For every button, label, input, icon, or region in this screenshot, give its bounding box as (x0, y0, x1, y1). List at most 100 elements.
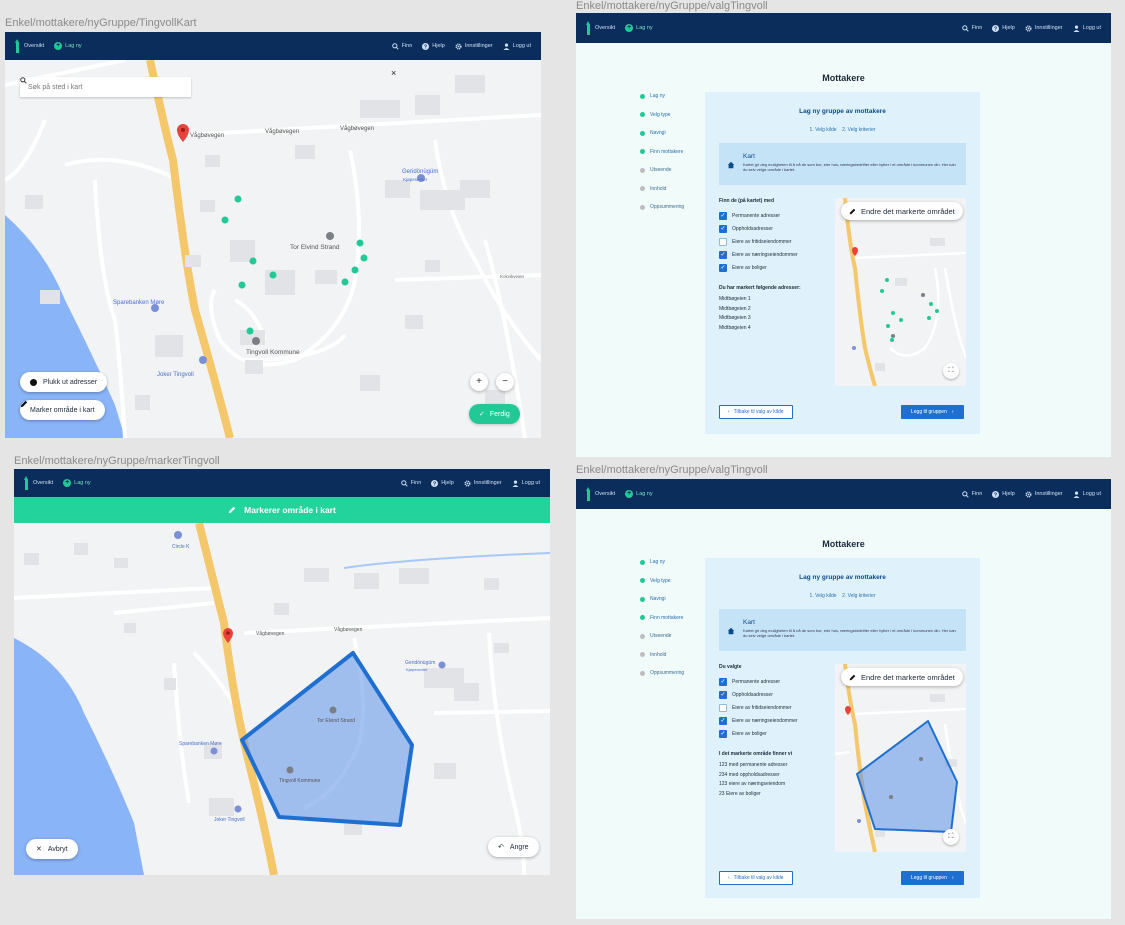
gear-icon (1025, 490, 1032, 498)
nav-find[interactable]: Finn (391, 42, 412, 50)
back-button[interactable]: ‹ Tilbake til valg av kilde (719, 871, 793, 885)
step-6[interactable]: Innhold (640, 646, 684, 665)
mini-map-canvas (835, 664, 966, 852)
edit-area-button[interactable]: Endre det markerte området (841, 668, 963, 686)
info-description: Kartet gir deg muligheten til å nå de so… (743, 162, 956, 173)
nav-find[interactable]: Finn (400, 479, 421, 487)
mini-map[interactable]: Endre det markerte området ⛶ (835, 198, 966, 386)
close-icon[interactable]: × (391, 68, 396, 78)
option-permanent[interactable]: ✓ Permanente adresser (719, 209, 798, 222)
nav-settings[interactable]: Innstillinger (1025, 24, 1063, 32)
edit-area-label: Endre det markerte området (861, 206, 955, 216)
step-4[interactable]: Finn mottakere (640, 143, 684, 162)
back-button[interactable]: ‹ Tilbake til valg av kilde (719, 405, 793, 419)
mark-area-button[interactable]: Marker område i kart (20, 400, 105, 420)
chevron-left-icon: ‹ (728, 875, 730, 881)
road-label-vagbovegen-2: Vågbøvegen (334, 626, 363, 633)
nav-settings[interactable]: Innstillinger (455, 42, 493, 50)
nav-logout[interactable]: Logg ut (503, 42, 531, 50)
step-1[interactable]: Lag ny (640, 87, 684, 106)
nav-overview[interactable]: Oversikt (24, 476, 53, 490)
frame-valg-points: Oversikt + Lag ny Finn ? Hjelp Innstilling… (576, 13, 1111, 457)
cancel-button[interactable]: ✕ Avbryt (26, 839, 78, 859)
mini-map-canvas (835, 198, 966, 386)
nav-settings[interactable]: Innstillinger (1025, 490, 1063, 498)
nav-help[interactable]: ? Hjelp (422, 42, 445, 50)
step-2[interactable]: Velg type (640, 572, 684, 591)
close-icon: ✕ (36, 846, 42, 853)
nav-new[interactable]: + Lag ny (625, 490, 653, 498)
nav-help[interactable]: ? Hjelp (431, 479, 454, 487)
add-group-button[interactable]: Legg til gruppen › (901, 871, 964, 885)
map-view[interactable]: Vågbøvegen Vågbøvegen Vågbøvegen Kokvikv… (5, 60, 541, 438)
tab-velg-kriterier[interactable]: 2. Velg kriterier (842, 593, 875, 599)
tab-velg-kriterier[interactable]: 2. Velg kriterier (842, 127, 875, 133)
nav-overview[interactable]: Oversikt (586, 21, 615, 35)
step-3[interactable]: Navngi (640, 590, 684, 609)
step-5[interactable]: Utseende (640, 161, 684, 180)
zoom-out-button[interactable]: − (496, 373, 514, 391)
svg-text:?: ? (433, 481, 437, 487)
nav-logout[interactable]: Logg ut (512, 479, 540, 487)
add-group-button[interactable]: Legg til gruppen › (901, 405, 964, 419)
option-label: Oppholdsadresser (732, 691, 773, 698)
option-permanent[interactable]: ✓ Permanente adresser (719, 675, 798, 688)
option-fritid[interactable]: Eiere av fritidseiendommer (719, 701, 798, 714)
pick-addresses-button[interactable]: Plukk ut adresser (20, 372, 108, 392)
expand-icon[interactable]: ⛶ (943, 363, 959, 379)
done-button[interactable]: ✓ Ferdig (469, 404, 520, 424)
nav-find[interactable]: Finn (961, 24, 982, 32)
tab-velg-kilde[interactable]: 1. Velg kilde (810, 593, 837, 599)
step-1[interactable]: Lag ny (640, 553, 684, 572)
option-fritid[interactable]: Eiere av fritidseiendommer (719, 235, 798, 248)
nav-settings[interactable]: Innstillinger (464, 479, 502, 487)
nav-new[interactable]: + Lag ny (54, 42, 82, 50)
search-icon (961, 24, 969, 32)
map-view[interactable]: Circle K Vågbøvegen Vågbøvegen Geridönüg… (14, 523, 550, 875)
poi-circle-k: Circle K (172, 544, 190, 550)
step-4[interactable]: Finn mottakere (640, 609, 684, 628)
map-canvas: Circle K Vågbøvegen Vågbøvegen Geridönüg… (14, 523, 550, 875)
nav-help[interactable]: ? Hjelp (992, 24, 1015, 32)
checkbox-checked-icon: ✓ (719, 729, 727, 738)
step-2[interactable]: Velg type (640, 106, 684, 125)
nav-help[interactable]: ? Hjelp (992, 490, 1015, 498)
panel-title: Lag ny gruppe av mottakere (799, 574, 886, 581)
poi-sparebanken: Sparebanken Møre (113, 300, 165, 306)
step-6[interactable]: Innhold (640, 180, 684, 199)
map-search-placeholder: Søk på sted i kart (28, 83, 83, 91)
option-naering[interactable]: ✓ Eiere av næringseiendommer (719, 714, 798, 727)
option-opphold[interactable]: ✓ Oppholdsadresser (719, 688, 798, 701)
address-item: Midtbøgeien 2 (719, 305, 751, 312)
step-7[interactable]: Oppsummering (640, 664, 684, 683)
nav-logout[interactable]: Logg ut (1073, 24, 1101, 32)
nav-find[interactable]: Finn (961, 490, 982, 498)
undo-button[interactable]: ↶ Angre (488, 837, 539, 857)
option-label: Eiere av næringseiendommer (732, 251, 798, 258)
criteria-heading: Du valgte (719, 664, 742, 670)
option-naering[interactable]: ✓ Eiere av næringseiendommer (719, 248, 798, 261)
option-bolig[interactable]: ✓ Eiere av boliger (719, 261, 798, 274)
option-bolig[interactable]: ✓ Eiere av boliger (719, 727, 798, 740)
map-search-input[interactable]: Søk på sted i kart (20, 77, 191, 97)
step-7[interactable]: Oppsummering (640, 198, 684, 217)
nav-overview[interactable]: Oversikt (15, 39, 44, 53)
nav-logout[interactable]: Logg ut (1073, 490, 1101, 498)
step-3[interactable]: Navngi (640, 124, 684, 143)
edit-area-button[interactable]: Endre det markerte området (841, 202, 963, 220)
nav-new[interactable]: + Lag ny (625, 24, 653, 32)
nav-new-label: Lag ny (636, 25, 653, 31)
step-label: Navngi (650, 130, 666, 137)
nav-overview[interactable]: Oversikt (586, 487, 615, 501)
expand-icon[interactable]: ⛶ (943, 829, 959, 845)
mini-map[interactable]: Endre det markerte området ⛶ (835, 664, 966, 852)
step-5[interactable]: Utseende (640, 627, 684, 646)
lighthouse-logo-icon (586, 21, 591, 35)
nav-new[interactable]: + Lag ny (63, 479, 91, 487)
pending-step-icon (640, 633, 645, 639)
tab-velg-kilde[interactable]: 1. Velg kilde (810, 127, 837, 133)
plus-icon: + (63, 479, 72, 487)
zoom-in-button[interactable]: + (470, 373, 488, 391)
marking-mode-title: Markerer område i kart (244, 505, 336, 515)
option-opphold[interactable]: ✓ Oppholdsadresser (719, 222, 798, 235)
